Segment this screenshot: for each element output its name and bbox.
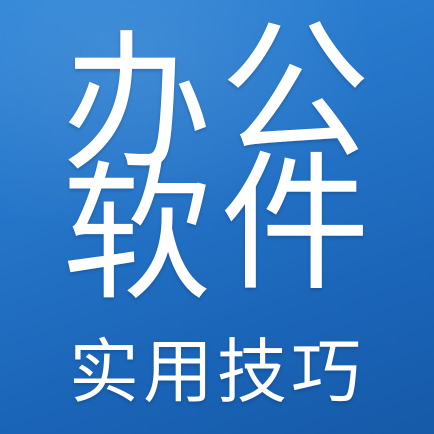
title-char-ruan: 软	[61, 148, 212, 322]
subtitle: 实用技巧	[69, 331, 365, 413]
title-char-jian: 件	[219, 138, 370, 312]
app-icon: 办 公 软 件 实用技巧	[0, 0, 434, 434]
